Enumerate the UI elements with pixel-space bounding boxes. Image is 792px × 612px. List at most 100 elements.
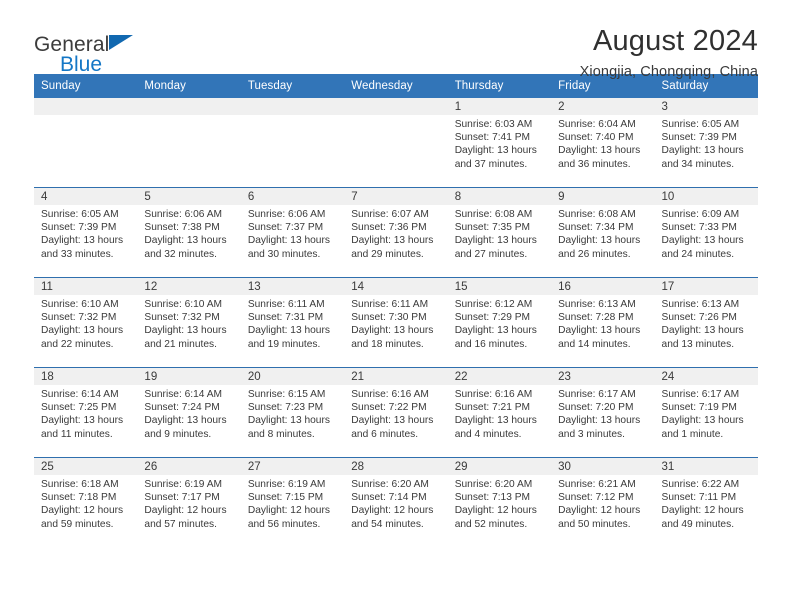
calendar-day-cell[interactable]: 16 Sunrise: 6:13 AM Sunset: 7:28 PM Dayligh… [551, 277, 655, 368]
calendar-day-cell[interactable]: 13 Sunrise: 6:11 AM Sunset: 7:31 PM Dayligh… [240, 277, 345, 368]
daylight-line: Daylight: 13 hours [144, 235, 227, 247]
calendar-day-cell[interactable]: 12 Sunrise: 6:10 AM Sunset: 7:32 PM Dayligh… [137, 277, 241, 368]
sun-info: Sunrise: 6:16 AM Sunset: 7:21 PM Daylight:… [448, 385, 551, 441]
sun-info: Sunrise: 6:05 AM Sunset: 7:39 PM Daylight:… [34, 205, 137, 261]
daylight-line: Daylight: 13 hours [454, 415, 537, 427]
calendar-day-cell[interactable]: 15 Sunrise: 6:12 AM Sunset: 7:29 PM Dayligh… [447, 277, 552, 368]
sunset-line: Sunset: 7:38 PM [144, 222, 220, 234]
day-number: 11 [34, 278, 138, 295]
daylight-line: Daylight: 13 hours [661, 235, 744, 247]
day-number: 31 [654, 458, 758, 475]
calendar-day-cell[interactable]: 19 Sunrise: 6:14 AM Sunset: 7:24 PM Dayligh… [137, 367, 241, 458]
daylight-line-cont: and 18 minutes. [351, 338, 424, 350]
cell-content [34, 98, 138, 187]
sunset-line: Sunset: 7:30 PM [351, 312, 427, 324]
daylight-line: Daylight: 13 hours [144, 325, 227, 337]
cell-content: 19 Sunrise: 6:14 AM Sunset: 7:24 PM Dayligh… [137, 368, 241, 457]
cell-content: 8 Sunrise: 6:08 AM Sunset: 7:35 PM Daylight… [447, 188, 552, 277]
sunset-line: Sunset: 7:23 PM [247, 402, 324, 414]
page-header: General Blue August 2024 Xiongjia, Chong… [34, 0, 758, 81]
calendar-day-cell[interactable]: 8 Sunrise: 6:08 AM Sunset: 7:35 PM Daylight… [447, 187, 552, 278]
daylight-line-cont: and 37 minutes. [454, 158, 528, 170]
sunset-line: Sunset: 7:18 PM [41, 492, 117, 504]
daylight-line: Daylight: 13 hours [661, 325, 744, 337]
sunrise-line: Sunrise: 6:11 AM [351, 299, 429, 310]
cell-content: 15 Sunrise: 6:12 AM Sunset: 7:29 PM Dayligh… [447, 278, 552, 367]
sunset-line: Sunset: 7:12 PM [558, 492, 634, 504]
calendar-day-cell[interactable]: 30 Sunrise: 6:21 AM Sunset: 7:12 PM Dayligh… [551, 457, 655, 547]
sun-info: Sunrise: 6:16 AM Sunset: 7:22 PM Daylight:… [344, 385, 447, 441]
calendar-day-cell[interactable]: 17 Sunrise: 6:13 AM Sunset: 7:26 PM Dayligh… [654, 277, 758, 368]
calendar-day-cell[interactable]: 10 Sunrise: 6:09 AM Sunset: 7:33 PM Dayligh… [654, 187, 758, 278]
cell-content: 26 Sunrise: 6:19 AM Sunset: 7:17 PM Dayligh… [137, 458, 241, 547]
sun-info: Sunrise: 6:14 AM Sunset: 7:25 PM Daylight:… [34, 385, 137, 441]
sunrise-line: Sunrise: 6:11 AM [247, 299, 325, 310]
day-number: 12 [137, 278, 241, 295]
calendar-day-cell[interactable]: 2 Sunrise: 6:04 AM Sunset: 7:40 PM Daylight… [551, 98, 655, 188]
cell-content: 6 Sunrise: 6:06 AM Sunset: 7:37 PM Daylight… [240, 188, 345, 277]
calendar-day-cell[interactable]: 25 Sunrise: 6:18 AM Sunset: 7:18 PM Dayligh… [34, 457, 138, 547]
sunrise-line: Sunrise: 6:17 AM [661, 389, 740, 400]
day-number: 17 [654, 278, 758, 295]
daylight-line-cont: and 11 minutes. [41, 428, 113, 440]
calendar-week-row: 1 Sunrise: 6:03 AM Sunset: 7:41 PM Daylight… [34, 98, 758, 188]
daylight-line: Daylight: 12 hours [351, 505, 434, 517]
sunset-line: Sunset: 7:39 PM [661, 132, 737, 144]
cell-content: 17 Sunrise: 6:13 AM Sunset: 7:26 PM Dayligh… [654, 278, 758, 367]
day-number: 6 [240, 188, 345, 205]
sunrise-line: Sunrise: 6:13 AM [558, 299, 636, 310]
sunset-line: Sunset: 7:14 PM [351, 492, 427, 504]
day-number: 9 [551, 188, 655, 205]
sunset-line: Sunset: 7:39 PM [41, 222, 117, 234]
calendar-day-cell[interactable]: 1 Sunrise: 6:03 AM Sunset: 7:41 PM Daylight… [447, 98, 552, 188]
calendar-day-cell[interactable]: 26 Sunrise: 6:19 AM Sunset: 7:17 PM Dayligh… [137, 457, 241, 547]
calendar-day-cell[interactable]: 6 Sunrise: 6:06 AM Sunset: 7:37 PM Daylight… [240, 187, 345, 278]
calendar-day-cell[interactable]: 5 Sunrise: 6:06 AM Sunset: 7:38 PM Daylight… [137, 187, 241, 278]
sunset-line: Sunset: 7:32 PM [144, 312, 220, 324]
calendar-day-cell[interactable]: 22 Sunrise: 6:16 AM Sunset: 7:21 PM Dayligh… [447, 367, 552, 458]
cell-content: 27 Sunrise: 6:19 AM Sunset: 7:15 PM Dayligh… [240, 458, 345, 547]
day-number: 1 [447, 98, 552, 115]
sun-info: Sunrise: 6:14 AM Sunset: 7:24 PM Daylight:… [137, 385, 240, 441]
daylight-line-cont: and 16 minutes. [454, 338, 528, 350]
daylight-line-cont: and 32 minutes. [144, 248, 217, 260]
sunset-line: Sunset: 7:21 PM [454, 402, 531, 414]
calendar-day-cell[interactable]: 18 Sunrise: 6:14 AM Sunset: 7:25 PM Dayligh… [34, 367, 138, 458]
sunrise-line: Sunrise: 6:06 AM [144, 209, 223, 220]
sun-info: Sunrise: 6:12 AM Sunset: 7:29 PM Daylight:… [448, 295, 551, 351]
calendar-day-cell[interactable]: 27 Sunrise: 6:19 AM Sunset: 7:15 PM Dayligh… [240, 457, 345, 547]
sunrise-line: Sunrise: 6:13 AM [661, 299, 740, 310]
cell-content: 18 Sunrise: 6:14 AM Sunset: 7:25 PM Dayligh… [34, 368, 138, 457]
sunset-line: Sunset: 7:24 PM [144, 402, 220, 414]
calendar-day-cell[interactable]: 21 Sunrise: 6:16 AM Sunset: 7:22 PM Dayligh… [344, 367, 448, 458]
day-number: 2 [551, 98, 655, 115]
calendar-day-cell[interactable]: 9 Sunrise: 6:08 AM Sunset: 7:34 PM Daylight… [551, 187, 655, 278]
sun-info: Sunrise: 6:15 AM Sunset: 7:23 PM Daylight:… [241, 385, 344, 441]
calendar-day-cell[interactable]: 11 Sunrise: 6:10 AM Sunset: 7:32 PM Dayligh… [34, 277, 138, 368]
calendar-day-cell[interactable]: 4 Sunrise: 6:05 AM Sunset: 7:39 PM Daylight… [34, 187, 138, 278]
calendar-day-cell[interactable]: 28 Sunrise: 6:20 AM Sunset: 7:14 PM Dayligh… [344, 457, 448, 547]
calendar-day-cell[interactable]: 14 Sunrise: 6:11 AM Sunset: 7:30 PM Dayligh… [344, 277, 448, 368]
calendar-day-cell[interactable]: 29 Sunrise: 6:20 AM Sunset: 7:13 PM Dayligh… [447, 457, 552, 547]
daylight-line-cont: and 50 minutes. [558, 518, 631, 530]
daylight-line-cont: and 27 minutes. [454, 248, 528, 260]
daylight-line: Daylight: 13 hours [351, 325, 434, 337]
cell-content [344, 98, 448, 187]
day-number: 24 [654, 368, 758, 385]
calendar-day-cell[interactable]: 7 Sunrise: 6:07 AM Sunset: 7:36 PM Daylight… [344, 187, 448, 278]
daylight-line-cont: and 52 minutes. [454, 518, 528, 530]
calendar-day-cell[interactable]: 20 Sunrise: 6:15 AM Sunset: 7:23 PM Dayligh… [240, 367, 345, 458]
day-number: 22 [447, 368, 552, 385]
day-number [137, 98, 241, 115]
daylight-line: Daylight: 13 hours [558, 415, 641, 427]
general-blue-logo[interactable]: General Blue [34, 26, 204, 75]
calendar-day-cell[interactable]: 24 Sunrise: 6:17 AM Sunset: 7:19 PM Dayligh… [654, 367, 758, 458]
calendar-day-cell[interactable]: 31 Sunrise: 6:22 AM Sunset: 7:11 PM Dayligh… [654, 457, 758, 547]
sunrise-line: Sunrise: 6:10 AM [144, 299, 223, 310]
daylight-line-cont: and 56 minutes. [247, 518, 321, 530]
calendar-day-cell[interactable]: 3 Sunrise: 6:05 AM Sunset: 7:39 PM Daylight… [654, 98, 758, 188]
sunset-line: Sunset: 7:36 PM [351, 222, 427, 234]
day-number: 16 [551, 278, 655, 295]
daylight-line: Daylight: 13 hours [41, 235, 124, 247]
calendar-day-cell[interactable]: 23 Sunrise: 6:17 AM Sunset: 7:20 PM Dayligh… [551, 367, 655, 458]
